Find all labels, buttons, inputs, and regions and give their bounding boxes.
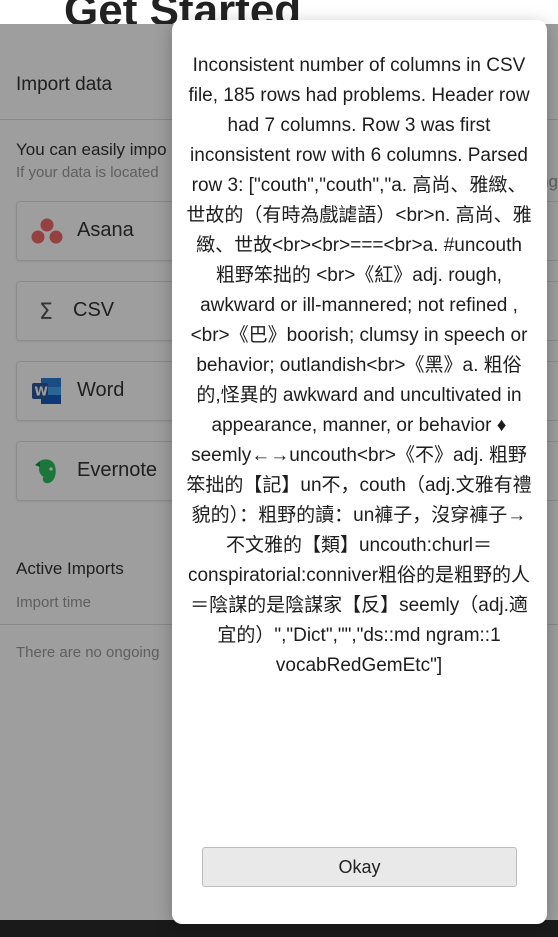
error-message: Inconsistent number of columns in CSV fi… [186, 55, 532, 676]
okay-button[interactable]: Okay [202, 847, 517, 887]
error-dialog: Inconsistent number of columns in CSV fi… [172, 20, 547, 924]
